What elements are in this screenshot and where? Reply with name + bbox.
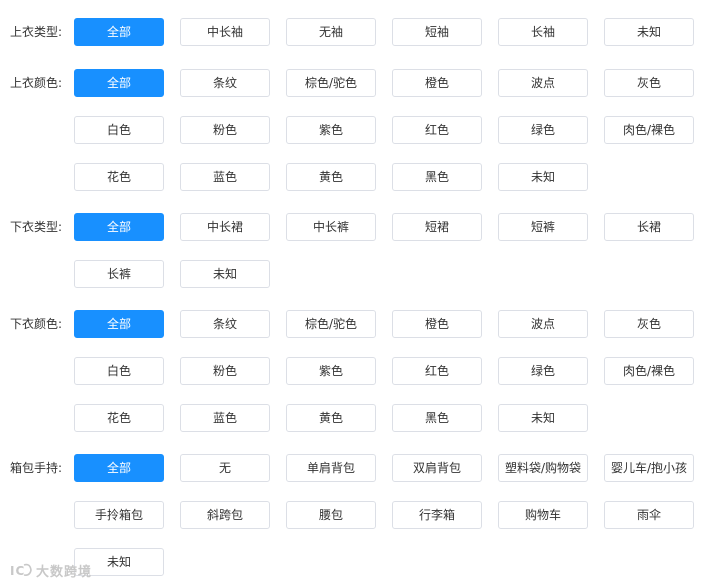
filter-chip-crossbody-bag[interactable]: 斜跨包 bbox=[180, 501, 270, 529]
filter-chip-brown[interactable]: 棕色/驼色 bbox=[286, 69, 376, 97]
filter-chip-black[interactable]: 黑色 bbox=[392, 404, 482, 432]
filter-options: 全部 条纹 棕色/驼色 橙色 波点 灰色 白色 粉色 紫色 红色 绿色 肉色/裸… bbox=[74, 310, 704, 432]
filter-chip-purple[interactable]: 紫色 bbox=[286, 357, 376, 385]
filter-chip-unknown[interactable]: 未知 bbox=[604, 18, 694, 46]
filter-chip-handbag[interactable]: 手拎箱包 bbox=[74, 501, 164, 529]
filter-chip-suitcase[interactable]: 行李箱 bbox=[392, 501, 482, 529]
filter-chip-gray[interactable]: 灰色 bbox=[604, 310, 694, 338]
filter-chip-midi-skirt[interactable]: 中长裙 bbox=[180, 213, 270, 241]
filter-chip-red[interactable]: 红色 bbox=[392, 357, 482, 385]
filter-chip-nude[interactable]: 肉色/裸色 bbox=[604, 116, 694, 144]
filter-chip-stroller[interactable]: 婴儿车/抱小孩 bbox=[604, 454, 694, 482]
attribute-filter-panel: 上衣类型: 全部 中长袖 无袖 短袖 长袖 未知 上衣颜色: 全部 条纹 棕色/… bbox=[0, 0, 713, 583]
filter-chip-floral[interactable]: 花色 bbox=[74, 163, 164, 191]
filter-chip-purple[interactable]: 紫色 bbox=[286, 116, 376, 144]
filter-options: 全部 无 单肩背包 双肩背包 塑料袋/购物袋 婴儿车/抱小孩 手拎箱包 斜跨包 … bbox=[74, 454, 704, 576]
filter-chip-short-skirt[interactable]: 短裙 bbox=[392, 213, 482, 241]
filter-chip-all[interactable]: 全部 bbox=[74, 310, 164, 338]
filter-chip-unknown[interactable]: 未知 bbox=[498, 404, 588, 432]
filter-chip-waist-bag[interactable]: 腰包 bbox=[286, 501, 376, 529]
filter-chip-stripe[interactable]: 条纹 bbox=[180, 310, 270, 338]
filter-chip-mid-sleeve[interactable]: 中长袖 bbox=[180, 18, 270, 46]
filter-chip-polka-dot[interactable]: 波点 bbox=[498, 310, 588, 338]
filter-chip-nude[interactable]: 肉色/裸色 bbox=[604, 357, 694, 385]
filter-chip-long-skirt[interactable]: 长裙 bbox=[604, 213, 694, 241]
filter-chip-unknown[interactable]: 未知 bbox=[498, 163, 588, 191]
svg-text:IC: IC bbox=[10, 564, 25, 578]
watermark-text: 大数跨境 bbox=[36, 564, 93, 580]
filter-chip-shopping-cart[interactable]: 购物车 bbox=[498, 501, 588, 529]
filter-chip-all[interactable]: 全部 bbox=[74, 69, 164, 97]
filter-chip-long-sleeve[interactable]: 长袖 bbox=[498, 18, 588, 46]
filter-chip-yellow[interactable]: 黄色 bbox=[286, 163, 376, 191]
filter-label-top-color: 上衣颜色: bbox=[10, 76, 63, 90]
filter-chip-white[interactable]: 白色 bbox=[74, 116, 164, 144]
filter-chip-floral[interactable]: 花色 bbox=[74, 404, 164, 432]
filter-chip-green[interactable]: 绿色 bbox=[498, 116, 588, 144]
filter-chip-blue[interactable]: 蓝色 bbox=[180, 163, 270, 191]
filter-label-bag: 箱包手持: bbox=[10, 461, 63, 475]
filter-chip-gray[interactable]: 灰色 bbox=[604, 69, 694, 97]
filter-chip-pink[interactable]: 粉色 bbox=[180, 357, 270, 385]
filter-chip-red[interactable]: 红色 bbox=[392, 116, 482, 144]
filter-chip-sleeveless[interactable]: 无袖 bbox=[286, 18, 376, 46]
filter-chip-shorts[interactable]: 短裤 bbox=[498, 213, 588, 241]
filter-chip-yellow[interactable]: 黄色 bbox=[286, 404, 376, 432]
filter-options: 全部 条纹 棕色/驼色 橙色 波点 灰色 白色 粉色 紫色 红色 绿色 肉色/裸… bbox=[74, 69, 704, 191]
filter-chip-green[interactable]: 绿色 bbox=[498, 357, 588, 385]
logo-icon: IC bbox=[10, 563, 32, 578]
filter-chip-plastic-bag[interactable]: 塑料袋/购物袋 bbox=[498, 454, 588, 482]
filter-chip-shoulder-bag[interactable]: 单肩背包 bbox=[286, 454, 376, 482]
filter-options: 全部 中长袖 无袖 短袖 长袖 未知 bbox=[74, 18, 704, 46]
filter-chip-short-sleeve[interactable]: 短袖 bbox=[392, 18, 482, 46]
filter-chip-orange[interactable]: 橙色 bbox=[392, 310, 482, 338]
filter-label-bottom-type: 下衣类型: bbox=[10, 220, 63, 234]
filter-label-top-type: 上衣类型: bbox=[10, 25, 63, 39]
filter-chip-all[interactable]: 全部 bbox=[74, 454, 164, 482]
filter-chip-stripe[interactable]: 条纹 bbox=[180, 69, 270, 97]
filter-chip-white[interactable]: 白色 bbox=[74, 357, 164, 385]
filter-chip-trousers[interactable]: 长裤 bbox=[74, 260, 164, 288]
filter-chip-capri-pants[interactable]: 中长裤 bbox=[286, 213, 376, 241]
watermark: IC 大数跨境 bbox=[10, 561, 93, 580]
filter-label-bottom-color: 下衣颜色: bbox=[10, 317, 63, 331]
filter-chip-pink[interactable]: 粉色 bbox=[180, 116, 270, 144]
filter-chip-blue[interactable]: 蓝色 bbox=[180, 404, 270, 432]
filter-chip-polka-dot[interactable]: 波点 bbox=[498, 69, 588, 97]
filter-chip-orange[interactable]: 橙色 bbox=[392, 69, 482, 97]
filter-chip-brown[interactable]: 棕色/驼色 bbox=[286, 310, 376, 338]
filter-chip-none[interactable]: 无 bbox=[180, 454, 270, 482]
filter-options: 全部 中长裙 中长裤 短裙 短裤 长裙 长裤 未知 bbox=[74, 213, 704, 288]
filter-chip-backpack[interactable]: 双肩背包 bbox=[392, 454, 482, 482]
filter-chip-unknown[interactable]: 未知 bbox=[180, 260, 270, 288]
filter-chip-umbrella[interactable]: 雨伞 bbox=[604, 501, 694, 529]
filter-chip-black[interactable]: 黑色 bbox=[392, 163, 482, 191]
filter-chip-all[interactable]: 全部 bbox=[74, 213, 164, 241]
filter-chip-all[interactable]: 全部 bbox=[74, 18, 164, 46]
